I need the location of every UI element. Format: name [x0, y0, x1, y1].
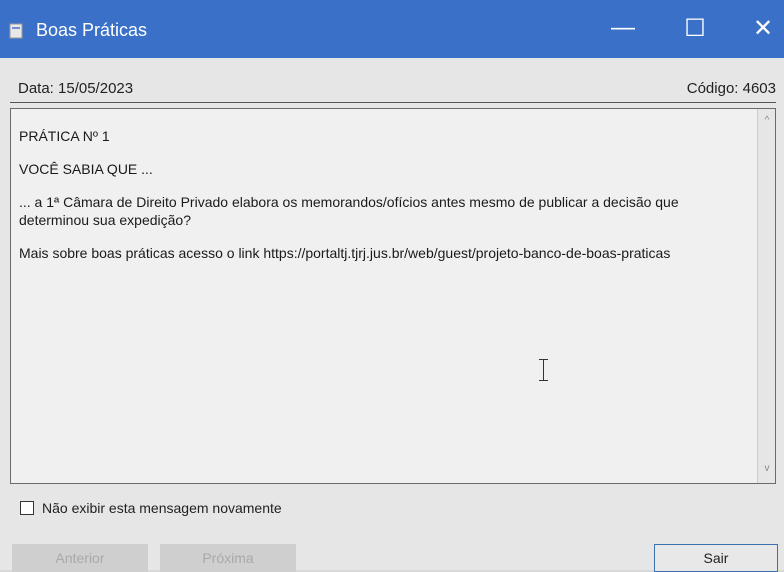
practice-link[interactable]: Mais sobre boas práticas acesso o link h… [19, 244, 739, 262]
exit-button[interactable]: Sair [654, 544, 778, 572]
next-button[interactable]: Próxima [160, 544, 296, 572]
dialog-content: Data: 15/05/2023 Código: 4603 PRÁTICA Nº… [0, 58, 784, 572]
text-cursor-icon [539, 359, 549, 381]
dont-show-again-checkbox[interactable] [20, 501, 34, 515]
message-text: PRÁTICA Nº 1 VOCÊ SABIA QUE ... ... a 1ª… [19, 127, 739, 277]
header-divider [10, 102, 776, 103]
scroll-up-icon[interactable]: ^ [761, 115, 773, 127]
date-label: Data: 15/05/2023 [18, 80, 134, 97]
code-label: Código: 4603 [686, 80, 776, 97]
dont-show-again-label: Não exibir esta mensagem novamente [42, 500, 282, 516]
minimize-button[interactable]: — [600, 8, 646, 48]
scroll-down-icon[interactable]: v [761, 463, 773, 475]
message-textbox[interactable]: PRÁTICA Nº 1 VOCÊ SABIA QUE ... ... a 1ª… [10, 108, 776, 484]
app-icon [9, 23, 23, 39]
maximize-button[interactable]: ☐ [672, 8, 718, 48]
previous-button[interactable]: Anterior [12, 544, 148, 572]
title-bar: Boas Práticas — ☐ ✕ [0, 0, 784, 58]
practice-heading: PRÁTICA Nº 1 [19, 128, 110, 144]
vertical-scrollbar[interactable]: ^ v [757, 109, 775, 483]
practice-body: ... a 1ª Câmara de Direito Privado elabo… [19, 194, 679, 228]
dont-show-again-row[interactable]: Não exibir esta mensagem novamente [20, 498, 282, 518]
window-title: Boas Práticas [36, 20, 148, 40]
practice-intro: VOCÊ SABIA QUE ... [19, 161, 153, 177]
close-button[interactable]: ✕ [740, 8, 784, 48]
